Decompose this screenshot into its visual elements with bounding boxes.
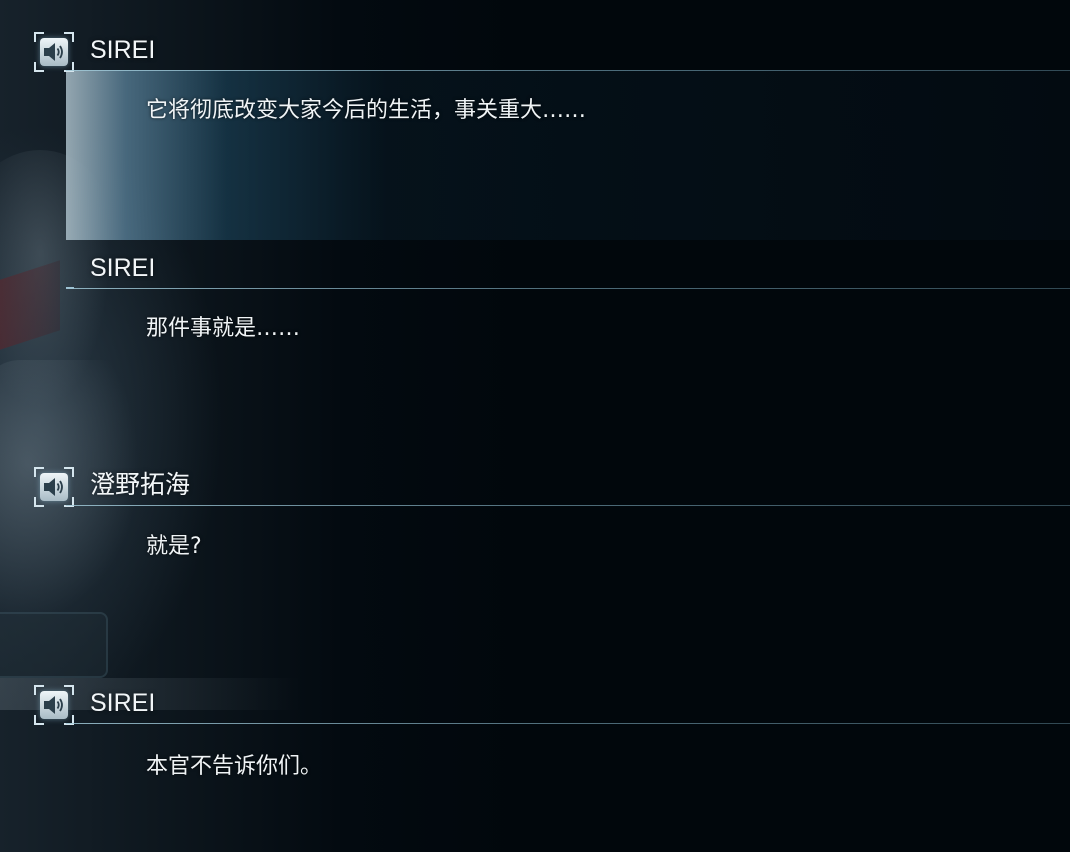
voice-replay-button[interactable] [34, 467, 74, 507]
dialogue-text: 本官不告诉你们。 [146, 754, 323, 779]
name-divider [66, 723, 1070, 724]
voice-replay-button[interactable] [34, 32, 74, 72]
speaker-icon [44, 696, 63, 714]
name-divider [66, 288, 1070, 289]
backlog-screen: SIREI 它将彻底改变大家今后的生活，事关重大…… SIREI 那件事就是……… [0, 0, 1070, 852]
backlog-entry[interactable]: SIREI 那件事就是…… [0, 240, 1070, 430]
speaker-name: SIREI [90, 689, 156, 717]
name-divider [66, 70, 1070, 71]
voice-replay-button[interactable] [34, 685, 74, 725]
speaker-name: SIREI [90, 254, 156, 282]
dialogue-text: 就是? [146, 534, 202, 559]
speaker-name: SIREI [90, 36, 156, 64]
speaker-name: 澄野拓海 [90, 471, 191, 499]
backlog-entry[interactable]: SIREI 本官不告诉你们。 [0, 684, 1070, 852]
name-divider [66, 505, 1070, 506]
speaker-icon [44, 43, 63, 61]
backlog-entry[interactable]: SIREI 它将彻底改变大家今后的生活，事关重大…… [0, 30, 1070, 240]
speaker-icon [44, 478, 63, 496]
dialogue-text: 它将彻底改变大家今后的生活，事关重大…… [146, 98, 587, 123]
backlog-entry[interactable]: 澄野拓海 就是? [0, 466, 1070, 666]
dialogue-text: 那件事就是…… [146, 316, 301, 341]
line-marker [66, 287, 74, 289]
